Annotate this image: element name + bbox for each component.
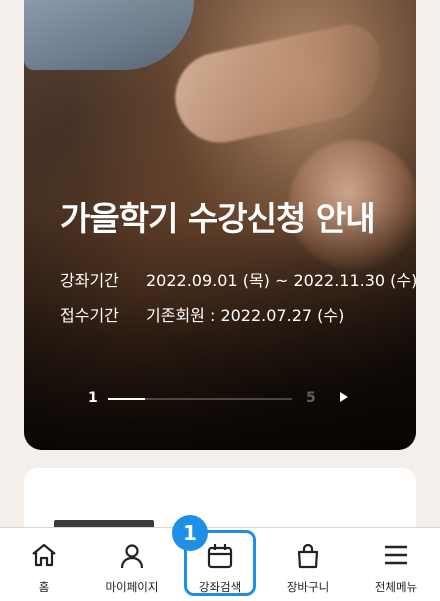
tab-mypage-label: 마이페이지 (105, 580, 159, 594)
step-badge: 1 (172, 515, 208, 551)
play-icon[interactable] (340, 392, 348, 402)
person-icon (120, 544, 144, 569)
course-period-label: 강좌기간 (60, 271, 119, 290)
banner-title: 가을학기 수강신청 안내 (60, 199, 376, 238)
tab-cart[interactable]: 장바구니 (264, 528, 352, 601)
bag-icon (297, 543, 319, 569)
pager-total: 5 (306, 390, 316, 406)
tab-all-menu[interactable]: 전체메뉴 (352, 528, 440, 601)
menu-icon (385, 545, 407, 565)
course-period-value: 2022.09.01 (목) ~ 2022.11.30 (수) (146, 271, 416, 290)
tab-cart-label: 장바구니 (286, 580, 330, 594)
banner-photo-hand (166, 19, 392, 151)
pager-track (108, 398, 292, 400)
hero-banner[interactable]: 가을학기 수강신청 안내 강좌기간 2022.09.01 (목) ~ 2022.1… (24, 0, 416, 450)
registration-period-label: 접수기간 (60, 306, 119, 325)
banner-shade (24, 210, 416, 450)
registration-period-value: 기존회원 : 2022.07.27 (수) (146, 306, 345, 325)
tab-mypage[interactable]: 마이페이지 (88, 528, 176, 601)
tab-home[interactable]: 홈 (0, 528, 88, 601)
course-period-row: 강좌기간 2022.09.01 (목) ~ 2022.11.30 (수) (60, 267, 416, 291)
pager-progress (108, 398, 145, 400)
tab-all-menu-label: 전체메뉴 (374, 580, 418, 594)
registration-period-row: 접수기간 기존회원 : 2022.07.27 (수) (60, 302, 344, 326)
banner-pager: 1 5 (88, 390, 348, 410)
pager-current: 1 (88, 390, 98, 406)
banner-photo-sleeve (24, 0, 194, 70)
home-icon (32, 543, 56, 567)
tab-home-label: 홈 (38, 580, 50, 594)
